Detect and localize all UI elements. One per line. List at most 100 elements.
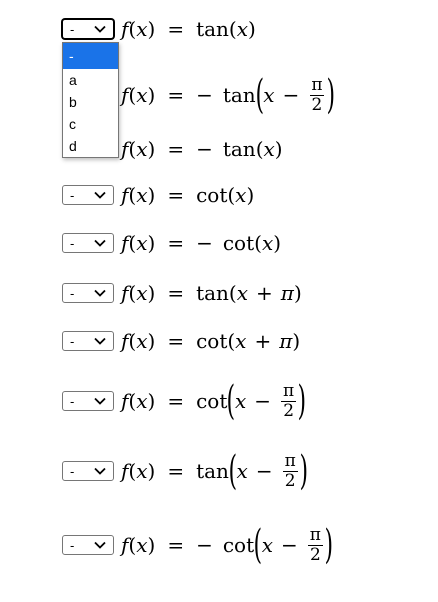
- equals-sign: =: [167, 281, 185, 305]
- equals-sign: =: [167, 17, 185, 41]
- minus-sign: −: [196, 83, 213, 107]
- answer-select[interactable]: -: [62, 185, 114, 205]
- pi-symbol: π: [280, 281, 294, 305]
- plus-sign: +: [254, 329, 272, 353]
- select-value: -: [70, 285, 75, 301]
- answer-select[interactable]: -: [62, 331, 114, 351]
- dropdown-option[interactable]: d: [63, 135, 118, 157]
- minus-sign: −: [282, 83, 300, 107]
- minus-sign: −: [196, 533, 213, 557]
- plus-sign: +: [256, 281, 273, 305]
- fraction-denominator: 2: [282, 470, 298, 491]
- formula-row: - f(x) = cot(x + π): [62, 326, 300, 356]
- answer-select[interactable]: -: [62, 461, 114, 481]
- function-name: tan: [222, 83, 256, 107]
- variable: x: [235, 329, 247, 353]
- fraction-numerator: π: [283, 380, 295, 401]
- variable: x: [236, 281, 249, 305]
- fraction-numerator: π: [309, 524, 321, 545]
- fraction-denominator: 2: [307, 544, 323, 565]
- function-name: cot: [222, 231, 255, 255]
- function-symbol: f: [121, 281, 129, 305]
- formula-row: - f(x) = cot(x − π 2): [62, 381, 306, 421]
- chevron-down-icon: [94, 541, 106, 549]
- equals-sign: =: [167, 459, 185, 483]
- formula: f(x) = − tan(x): [121, 137, 283, 161]
- chevron-down-icon: [94, 467, 106, 475]
- variable: x: [236, 17, 249, 41]
- variable: x: [136, 231, 148, 255]
- formula: f(x) = cot(x − π 2): [121, 378, 307, 424]
- variable: x: [261, 533, 274, 557]
- dropdown-option[interactable]: -: [63, 43, 118, 69]
- function-symbol: f: [121, 183, 129, 207]
- select-value: -: [70, 187, 75, 203]
- formula: f(x) = cot(x + π): [121, 329, 301, 353]
- chevron-down-icon: [94, 397, 106, 405]
- fraction-denominator: 2: [309, 94, 325, 115]
- function-name: cot: [196, 389, 228, 413]
- chevron-down-icon: [94, 25, 106, 33]
- select-value: -: [70, 393, 75, 409]
- function-name: cot: [196, 329, 228, 353]
- variable: x: [263, 83, 275, 107]
- minus-sign: −: [281, 533, 298, 557]
- chevron-down-icon: [94, 289, 106, 297]
- dropdown-option[interactable]: c: [63, 113, 118, 135]
- variable: x: [136, 329, 148, 353]
- answer-select[interactable]: -: [62, 19, 114, 39]
- select-dropdown-list: - a b c d: [62, 42, 119, 158]
- select-value: -: [70, 235, 75, 251]
- answer-select[interactable]: -: [62, 233, 114, 253]
- equals-sign: =: [167, 83, 185, 107]
- variable: x: [136, 137, 148, 161]
- answer-select[interactable]: -: [62, 283, 114, 303]
- equals-sign: =: [167, 137, 185, 161]
- variable: x: [136, 389, 148, 413]
- formula-row: - f(x) = − cot(x): [62, 228, 281, 258]
- fraction: π2: [307, 524, 323, 565]
- variable: x: [263, 137, 275, 161]
- chevron-down-icon: [94, 191, 106, 199]
- variable: x: [136, 459, 148, 483]
- select-value: -: [70, 537, 75, 553]
- pi-symbol: π: [279, 329, 293, 353]
- chevron-down-icon: [94, 239, 106, 247]
- variable: x: [136, 83, 148, 107]
- fraction-denominator: 2: [281, 400, 297, 421]
- formula-row: - f(x) = cot(x): [62, 180, 254, 210]
- formula: f(x) = − cot(x − π 2): [121, 522, 334, 568]
- function-name: tan: [196, 17, 229, 41]
- fraction: π2: [309, 74, 325, 115]
- function-symbol: f: [121, 533, 129, 557]
- fraction-numerator: π: [284, 450, 296, 471]
- minus-sign: −: [196, 137, 213, 161]
- minus-sign: −: [196, 231, 213, 255]
- dropdown-option[interactable]: b: [63, 91, 118, 113]
- function-symbol: f: [121, 329, 129, 353]
- function-symbol: f: [121, 137, 129, 161]
- equals-sign: =: [167, 533, 185, 557]
- formula: f(x) = − cot(x): [121, 231, 282, 255]
- variable: x: [235, 183, 247, 207]
- formula-row: - f(x) = tan(x − π 2): [62, 450, 308, 491]
- select-value: -: [70, 21, 75, 37]
- variable: x: [136, 183, 148, 207]
- minus-sign: −: [255, 459, 273, 483]
- answer-select[interactable]: -: [62, 535, 114, 555]
- dropdown-option[interactable]: a: [63, 69, 118, 91]
- fraction-numerator: π: [311, 74, 323, 95]
- function-symbol: f: [121, 17, 129, 41]
- variable: x: [136, 17, 148, 41]
- formula: f(x) = tan(x + π): [121, 281, 302, 305]
- answer-select[interactable]: -: [62, 391, 114, 411]
- function-name: tan: [222, 137, 256, 161]
- formula-row: - f(x) = tan(x): [62, 14, 256, 44]
- variable: x: [261, 231, 274, 255]
- formula-row: - f(x) = − cot(x − π 2): [62, 525, 333, 565]
- equals-sign: =: [167, 329, 185, 353]
- formula: f(x) = cot(x): [121, 183, 255, 207]
- function-name: cot: [222, 533, 255, 557]
- formula: f(x) = − tan(x − π 2): [121, 72, 335, 118]
- fraction: π2: [281, 380, 297, 421]
